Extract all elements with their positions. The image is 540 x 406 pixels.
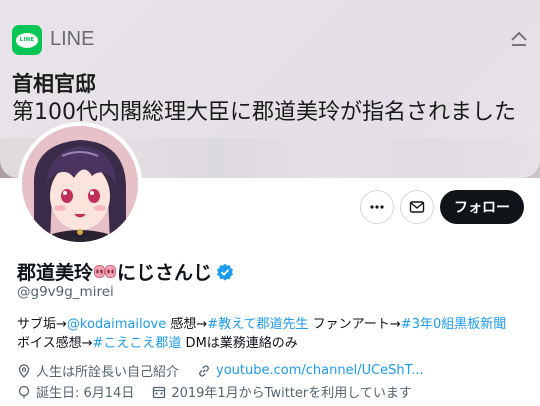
more-icon <box>370 205 384 209</box>
display-name-text: 郡道美玲 <box>17 262 94 284</box>
avatar[interactable] <box>18 122 142 246</box>
bio-hashtag-link[interactable]: #3年0組黒板新聞 <box>401 317 506 332</box>
verified-icon[interactable] <box>216 263 234 281</box>
mail-icon <box>409 201 425 213</box>
birthday-icon <box>18 385 30 398</box>
bio: サブ垢→@kodaimailove 感想→#教えて郡道先生 ファンアート→#3年… <box>17 315 532 353</box>
location-icon <box>18 363 30 378</box>
more-button[interactable] <box>360 190 394 224</box>
bio-mention-link[interactable]: @kodaimailove <box>67 317 166 332</box>
calendar-icon <box>153 386 166 398</box>
joined-text: 2019年1月からTwitterを利用しています <box>171 386 412 401</box>
display-name-suffix: にじさんじ <box>117 262 213 284</box>
bio-line-1: サブ垢→@kodaimailove 感想→#教えて郡道先生 ファンアート→#3年… <box>17 315 532 334</box>
profile-meta-row-2: 誕生日: 6月14日 2019年1月からTwitterを利用しています <box>17 382 412 401</box>
bio-hashtag-link[interactable]: #こえこえ郡道 <box>93 336 182 351</box>
bio-line-2: ボイス感想→#こえこえ郡道 DMは業務連絡のみ <box>17 334 532 353</box>
birthday-text: 誕生日: 6月14日 <box>36 386 135 401</box>
bio-text: 感想→ <box>166 317 208 332</box>
avatar-image <box>22 126 138 242</box>
bio-hashtag-link[interactable]: #教えて郡道先生 <box>207 317 308 332</box>
website-link[interactable]: youtube.com/channel/UCeShT... <box>216 363 423 378</box>
notification-title: 首相官邸 <box>12 72 96 96</box>
link-icon <box>199 364 209 377</box>
bio-text: ボイス感想→ <box>17 336 93 351</box>
follow-button[interactable]: フォロー <box>440 190 524 224</box>
user-handle: @g9v9g_mirei <box>17 284 114 300</box>
notification-app-name: LINE <box>50 28 95 50</box>
profile-meta-row-1: 人生は所詮長い自己紹介 youtube.com/channel/UCeShT..… <box>17 361 423 380</box>
bio-text: サブ垢→ <box>17 317 67 332</box>
expand-icon[interactable] <box>508 28 530 50</box>
display-name: 郡道美玲 にじさんじ <box>17 258 234 285</box>
message-button[interactable] <box>400 190 434 224</box>
line-logo-text: LINE <box>16 32 38 48</box>
bio-text: ファンアート→ <box>308 317 401 332</box>
pig-nose-icon <box>94 265 117 278</box>
location-text: 人生は所詮長い自己紹介 <box>36 365 180 380</box>
line-app-icon: LINE <box>12 25 42 55</box>
bio-text: DMは業務連絡のみ <box>181 336 298 351</box>
